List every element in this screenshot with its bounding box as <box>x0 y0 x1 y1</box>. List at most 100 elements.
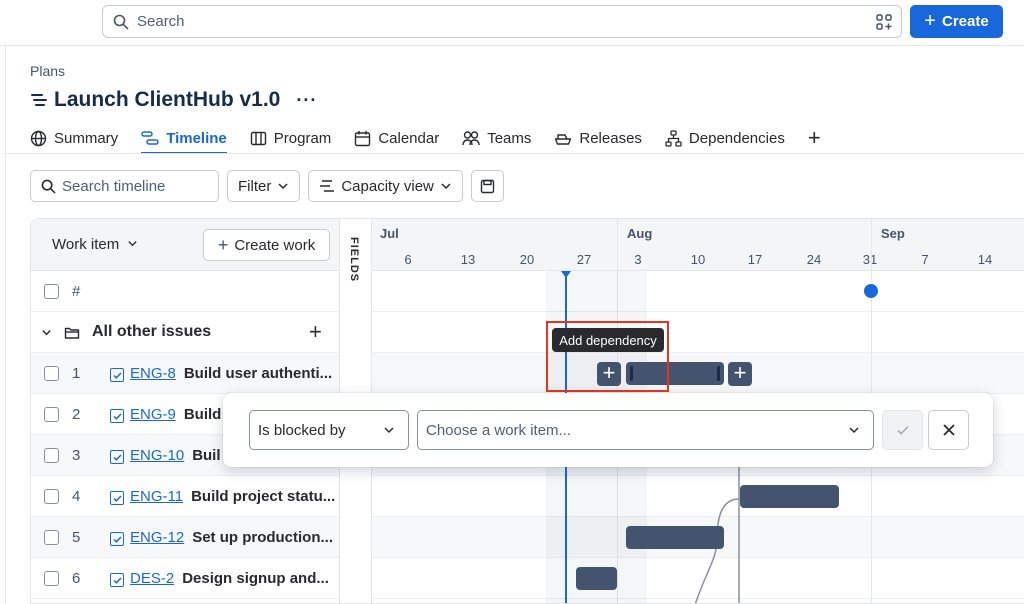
plus-icon: + <box>217 234 229 255</box>
tab-timeline-label: Timeline <box>166 129 227 147</box>
search-placeholder: Search <box>137 13 185 30</box>
release-marker[interactable] <box>864 284 878 298</box>
breadcrumb[interactable]: Plans <box>30 63 65 79</box>
row-checkbox[interactable] <box>44 488 59 504</box>
dependency-type-select[interactable]: Is blocked by <box>249 410 409 450</box>
table-row[interactable]: 1 ENG-8 Build user authenti... <box>31 353 339 394</box>
chevron-down-icon[interactable] <box>41 327 52 338</box>
create-button[interactable]: + Create <box>910 5 1003 38</box>
work-item-picker[interactable]: Choose a work item... <box>417 410 874 450</box>
ship-icon <box>555 133 572 145</box>
table-row[interactable]: 5 ENG-12 Set up production... <box>31 517 339 558</box>
work-item-summary: Build user authenti... <box>183 364 333 382</box>
row-checkbox[interactable] <box>44 365 59 381</box>
create-work-button[interactable]: + Create work <box>203 229 330 261</box>
table-row[interactable]: 4 ENG-11 Build project statu... <box>31 476 339 517</box>
row-checkbox[interactable] <box>44 570 59 586</box>
add-to-group-button[interactable]: + <box>309 319 322 345</box>
timeline-row <box>372 271 1024 312</box>
save-icon <box>480 179 495 193</box>
timeline-toolbar: Search timeline Filter Capacity view <box>30 170 504 202</box>
row-number: 5 <box>72 528 81 546</box>
capacity-view-button[interactable]: Capacity view <box>308 170 463 202</box>
confirm-button[interactable] <box>882 410 923 450</box>
row-checkbox[interactable] <box>44 406 59 422</box>
search-icon <box>41 179 56 193</box>
task-icon <box>110 450 124 464</box>
align-icon <box>320 180 335 192</box>
row-number: 6 <box>72 569 81 587</box>
number-column-header: # <box>72 282 81 300</box>
tab-bar: Summary Timeline Program Calendar Teams … <box>30 124 821 154</box>
chevron-down-icon <box>441 183 451 190</box>
day-label: 31 <box>862 252 878 267</box>
row-number: 4 <box>72 487 81 505</box>
dependency-type-value: Is blocked by <box>258 421 346 439</box>
tab-dependencies-label: Dependencies <box>688 129 785 147</box>
fields-label: FIELDS <box>348 237 360 283</box>
work-item-bar[interactable] <box>576 567 617 590</box>
work-item-key-link[interactable]: ENG-12 <box>110 529 184 546</box>
tab-program[interactable]: Program <box>250 124 332 152</box>
work-item-key-link[interactable]: ENG-8 <box>110 365 176 382</box>
search-timeline-input[interactable]: Search timeline <box>30 170 219 202</box>
work-item-key-link[interactable]: ENG-11 <box>110 488 183 505</box>
work-item-key-link[interactable]: DES-2 <box>110 570 174 587</box>
add-dependency-after-button[interactable]: + <box>728 362 752 386</box>
more-actions-button[interactable]: ··· <box>296 90 317 111</box>
tab-dependencies[interactable]: Dependencies <box>665 124 785 152</box>
task-icon <box>110 532 124 546</box>
search-timeline-placeholder: Search timeline <box>62 177 166 195</box>
day-label: 17 <box>747 252 763 267</box>
day-label: 3 <box>634 252 642 267</box>
tab-teams[interactable]: Teams <box>462 124 531 152</box>
tab-program-label: Program <box>273 129 332 147</box>
hierarchy-icon <box>665 129 682 147</box>
add-dependency-tooltip: Add dependency <box>552 328 664 352</box>
tabs-divider <box>6 153 1024 154</box>
filter-button[interactable]: Filter <box>227 170 301 202</box>
filter-label: Filter <box>238 177 272 195</box>
create-label: Create <box>941 13 989 30</box>
row-checkbox[interactable] <box>44 447 59 463</box>
group-label: All other issues <box>92 323 212 340</box>
select-all-checkbox[interactable] <box>44 283 59 299</box>
page-title: Launch ClientHub v1.0 ··· <box>30 88 317 112</box>
row-checkbox[interactable] <box>44 529 59 545</box>
apps-icon[interactable] <box>875 13 893 31</box>
month-label: Sep <box>881 226 905 241</box>
tab-calendar[interactable]: Calendar <box>354 124 439 152</box>
work-item-key: ENG-9 <box>130 405 176 423</box>
people-icon <box>462 130 480 145</box>
resize-handle-end[interactable] <box>717 366 720 381</box>
tab-releases[interactable]: Releases <box>554 124 642 152</box>
calendar-icon <box>355 130 371 146</box>
top-bar: Search + Create <box>0 0 1024 46</box>
day-label: 14 <box>977 252 993 267</box>
day-label: 6 <box>404 252 412 267</box>
work-item-bar[interactable] <box>626 526 724 549</box>
work-item-sort-button[interactable]: Work item <box>52 236 138 253</box>
work-item-key-link[interactable]: ENG-9 <box>110 406 176 423</box>
search-icon <box>113 14 129 29</box>
work-item-key: ENG-12 <box>130 528 185 546</box>
tab-summary[interactable]: Summary <box>30 124 118 152</box>
check-icon <box>896 425 909 435</box>
tab-timeline[interactable]: Timeline <box>141 124 227 154</box>
plus-icon: + <box>924 9 936 32</box>
capacity-view-label: Capacity view <box>341 177 434 195</box>
work-item-key: DES-2 <box>130 569 175 587</box>
save-view-button[interactable] <box>470 170 504 202</box>
table-row[interactable]: 6 DES-2 Design signup and... <box>31 558 339 599</box>
cancel-button[interactable] <box>928 410 969 450</box>
globe-icon <box>30 130 47 146</box>
work-item-bar[interactable] <box>740 485 839 508</box>
chevron-down-icon <box>849 427 859 434</box>
work-item-key-link[interactable]: ENG-10 <box>110 447 184 464</box>
page-title-text: Launch ClientHub v1.0 <box>54 88 281 111</box>
global-search-input[interactable]: Search <box>102 5 902 38</box>
group-row[interactable]: All other issues + <box>31 312 339 353</box>
work-item-summary: Set up production... <box>192 528 334 546</box>
add-tab-button[interactable]: + <box>808 124 821 152</box>
task-icon <box>110 409 124 423</box>
